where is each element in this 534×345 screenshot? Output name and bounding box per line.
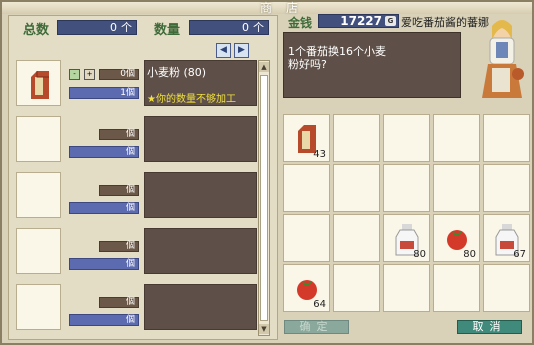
gold-value: 17227 [340,14,382,28]
confirm-button[interactable]: 确定 [284,320,349,334]
total-value-box: 0个 [57,20,137,35]
dialog-line: 1个番茄换16个小麦 [288,45,386,58]
item-slot[interactable] [16,228,61,274]
inventory-slot[interactable] [433,164,480,212]
inventory-slot[interactable]: 80 [433,214,480,262]
item-slot[interactable] [16,172,61,218]
qty-value-box: 0个 [189,20,269,35]
inventory-slot[interactable] [333,164,380,212]
inventory-slot[interactable] [333,214,380,262]
inventory-slot[interactable] [483,264,530,312]
cancel-button[interactable]: 取消 [457,320,522,334]
list-scrollbar[interactable]: ▲ ▼ [258,60,270,336]
minus-icon[interactable]: - [69,69,80,80]
item-qty[interactable]: 0個 [99,69,139,80]
plus-icon[interactable]: + [84,69,95,80]
trade-row[interactable]: 個 個 [13,282,259,332]
inventory-slot[interactable] [283,164,330,212]
inventory-slot[interactable]: 80 [383,214,430,262]
item-slot[interactable] [16,116,61,162]
trade-row[interactable]: 個 個 [13,170,259,220]
npc-portrait [482,20,524,98]
dialog-line: 粉好吗? [288,58,327,71]
inventory-slot[interactable] [433,114,480,162]
total-label: 总数 [23,23,50,38]
item-qty[interactable]: 個 [99,185,139,196]
inventory-slot[interactable] [483,164,530,212]
npc-name: 爱吃番茄酱的蕃娜 [401,16,489,29]
item-warning: ★你的数量不够加工 [147,94,236,105]
inventory-slot[interactable] [333,264,380,312]
item-unit: 個 [69,202,139,214]
slot-count: 64 [313,299,326,310]
inventory-slot[interactable] [433,264,480,312]
total-unit: 个 [121,21,132,34]
next-arrow-icon: ▶ [238,45,245,55]
item-qty[interactable]: 個 [99,297,139,308]
inventory-slot[interactable] [333,114,380,162]
item-qty[interactable]: 個 [99,241,139,252]
total-value: 0 [110,21,117,34]
qty-unit: 个 [253,21,264,34]
item-unit: 個 [69,258,139,270]
scroll-down-icon[interactable]: ▼ [259,324,269,334]
npc-dialog: 1个番茄换16个小麦 粉好吗? [283,32,461,98]
inventory-slot[interactable]: 67 [483,214,530,262]
trade-row[interactable]: 個 個 [13,226,259,276]
inventory-slot[interactable] [383,114,430,162]
trade-list-panel: 总数 0个 数量 0个 ◀ ▶ - + 0個 1個 小麦粉 (80) ★你的数量… [8,15,278,340]
flour-bag-icon [31,71,49,99]
inventory-slot[interactable] [383,164,430,212]
scroll-thumb[interactable] [260,75,268,321]
inventory-slot[interactable] [483,114,530,162]
trade-row[interactable]: 個 個 [13,114,259,164]
inventory-slot[interactable]: 64 [283,264,330,312]
trade-row[interactable]: - + 0個 1個 小麦粉 (80) ★你的数量不够加工 [13,58,259,108]
qty-value: 0 [242,21,249,34]
inventory-grid: 43 80 80 67 64 [283,114,532,318]
item-desc-box [144,228,257,274]
gold-label: 金钱 [288,16,313,30]
item-unit: 個 [69,314,139,326]
inventory-slot[interactable] [283,214,330,262]
item-slot[interactable] [16,284,61,330]
slot-count: 43 [313,149,326,160]
inventory-slot[interactable] [383,264,430,312]
next-page-button[interactable]: ▶ [234,43,249,58]
item-desc-box: 小麦粉 (80) ★你的数量不够加工 [144,60,257,106]
item-name: 小麦粉 (80) [147,66,207,79]
prev-arrow-icon: ◀ [220,45,227,55]
shop-window: 商店 总数 0个 数量 0个 ◀ ▶ - + 0個 1個 小麦粉 (80) ★你… [0,0,534,345]
item-desc-box [144,284,257,330]
gold-currency: G [385,16,396,26]
prev-page-button[interactable]: ◀ [216,43,231,58]
slot-count: 67 [513,249,526,260]
item-qty[interactable]: 個 [99,129,139,140]
title-bar: 商店 [2,1,532,15]
item-unit: 1個 [69,87,139,99]
item-desc-box [144,172,257,218]
item-unit: 個 [69,146,139,158]
scroll-up-icon[interactable]: ▲ [259,62,269,72]
item-slot[interactable] [16,60,61,106]
qty-label: 数量 [154,23,181,38]
gold-value-box: 17227 G [318,14,399,28]
slot-count: 80 [413,249,426,260]
slot-count: 80 [463,249,476,260]
item-desc-box [144,116,257,162]
inventory-slot[interactable]: 43 [283,114,330,162]
